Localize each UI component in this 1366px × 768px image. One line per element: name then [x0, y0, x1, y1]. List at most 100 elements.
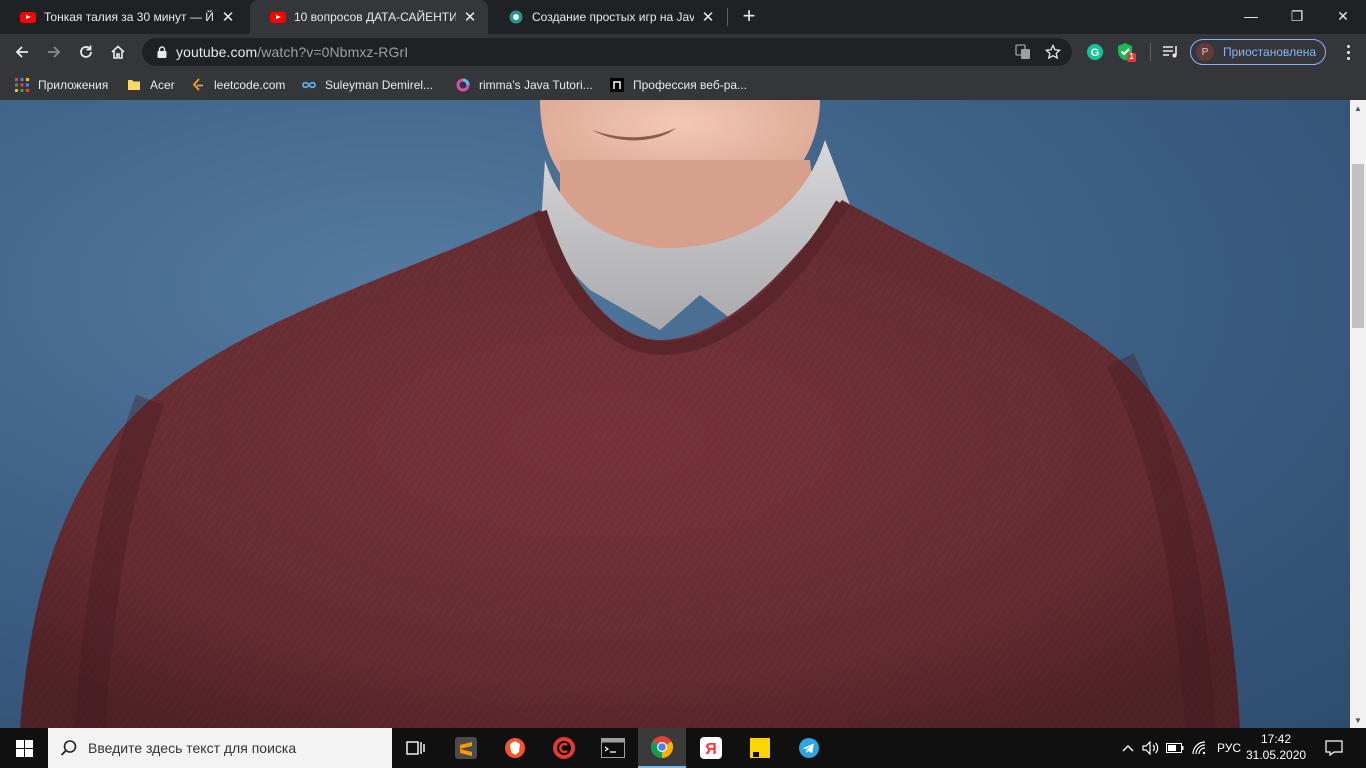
terminal-icon: [601, 738, 625, 758]
forward-button[interactable]: [40, 38, 68, 66]
tab-title: Тонкая талия за 30 минут — Йо: [44, 10, 214, 24]
reload-button[interactable]: [72, 38, 100, 66]
bookmark-label: Профессия веб-ра...: [633, 78, 748, 92]
wifi-icon: [1192, 741, 1206, 755]
tab-2[interactable]: 10 вопросов ДАТА-САЙЕНТИСТ ✕: [250, 0, 488, 34]
more-menu-icon[interactable]: [1336, 38, 1360, 66]
telegram-app[interactable]: [785, 728, 833, 768]
profile-button[interactable]: P Приостановлена: [1190, 39, 1326, 65]
extension-badge: 1: [1129, 52, 1134, 61]
tab-title: 10 вопросов ДАТА-САЙЕНТИСТ: [294, 10, 456, 24]
bookmark-suleyman[interactable]: Suleyman Demirel...: [301, 75, 433, 95]
language-indicator[interactable]: РУС: [1212, 728, 1246, 768]
url-path: /watch?v=0Nbmxz-RGrI: [257, 44, 409, 60]
tab-3[interactable]: Создание простых игр на Java – ✕: [488, 0, 726, 34]
profile-status-label: Приостановлена: [1223, 45, 1317, 59]
start-button[interactable]: [0, 728, 48, 768]
back-button[interactable]: [8, 38, 36, 66]
apps-grid-icon: [14, 77, 30, 93]
chrome-icon: [651, 736, 673, 758]
brave-browser-app[interactable]: [491, 728, 539, 768]
bookmarks-bar: Приложения Acer leetcode.com Suleyman De…: [0, 70, 1366, 100]
sticky-notes-app[interactable]: [736, 728, 784, 768]
clock-time: 17:42: [1260, 732, 1292, 746]
ccleaner-app[interactable]: [540, 728, 588, 768]
chrome-app[interactable]: [638, 728, 686, 768]
home-icon: [111, 45, 125, 59]
tab-1[interactable]: Тонкая талия за 30 минут — Йо ✕: [0, 0, 246, 34]
brand-logo-icon: [609, 77, 625, 93]
action-center-button[interactable]: [1314, 728, 1354, 768]
sticky-notes-icon: [750, 738, 770, 758]
shield-check-extension-icon[interactable]: 1: [1116, 42, 1136, 62]
close-tab-icon[interactable]: ✕: [220, 8, 236, 26]
site-favicon-icon: [508, 9, 524, 25]
bookmark-label: Suleyman Demirel...: [325, 78, 434, 92]
browser-toolbar: youtube.com/watch?v=0Nbmxz-RGrI G 1 P Пр…: [0, 34, 1366, 70]
bookmark-rimma[interactable]: rimma's Java Tutori...: [455, 75, 593, 95]
bookmark-apps[interactable]: Приложения: [14, 75, 108, 95]
tab-strip: Тонкая талия за 30 минут — Йо ✕ 10 вопро…: [0, 0, 1366, 34]
yandex-icon: Я: [700, 737, 722, 759]
address-bar[interactable]: youtube.com/watch?v=0Nbmxz-RGrI: [142, 38, 1072, 66]
taskbar-clock[interactable]: 17:42 31.05.2020: [1246, 731, 1306, 763]
telegram-icon: [799, 738, 819, 758]
terminal-app[interactable]: [589, 728, 637, 768]
chevron-up-icon: [1122, 745, 1134, 752]
minimize-button[interactable]: —: [1228, 0, 1274, 32]
wifi-tray[interactable]: [1188, 728, 1210, 768]
show-hidden-icons[interactable]: [1118, 728, 1138, 768]
leetcode-icon: [190, 77, 206, 93]
avatar: P: [1196, 43, 1214, 61]
bookmark-label: rimma's Java Tutori...: [479, 78, 593, 92]
youtube-icon: [270, 9, 286, 25]
folder-icon: [126, 77, 142, 93]
bookmark-acer[interactable]: Acer: [126, 75, 175, 95]
search-icon: [60, 740, 77, 756]
svg-text:Я: Я: [705, 741, 717, 758]
video-image: [20, 100, 1240, 728]
arrow-left-icon: [15, 46, 28, 58]
windows-taskbar: Введите здесь текст для поиска Я РУС 17:…: [0, 728, 1366, 768]
home-button[interactable]: [104, 38, 132, 66]
infinity-icon: [301, 77, 317, 93]
search-placeholder: Введите здесь текст для поиска: [88, 740, 297, 756]
taskbar-search-box[interactable]: Введите здесь текст для поиска: [48, 728, 392, 768]
clock-date: 31.05.2020: [1246, 748, 1307, 762]
bookmark-label: Приложения: [38, 78, 109, 92]
maximize-button[interactable]: ❐: [1274, 0, 1320, 32]
video-frame[interactable]: [0, 100, 1350, 728]
tab-title: Создание простых игр на Java –: [532, 10, 694, 24]
windows-logo-icon: [15, 739, 33, 757]
ring-icon: [455, 77, 471, 93]
close-tab-icon[interactable]: ✕: [462, 8, 478, 26]
arrow-right-icon: [48, 46, 61, 58]
speaker-icon: [1142, 741, 1159, 755]
yandex-browser-app[interactable]: Я: [687, 728, 735, 768]
bookmark-label: Acer: [150, 78, 175, 92]
lock-icon[interactable]: [152, 46, 172, 58]
url-host: youtube.com: [176, 44, 258, 60]
brave-icon: [505, 738, 525, 758]
battery-tray[interactable]: [1164, 728, 1186, 768]
close-window-button[interactable]: ✕: [1320, 0, 1366, 32]
svg-text:G: G: [1091, 47, 1100, 59]
grammarly-icon[interactable]: G: [1085, 42, 1105, 62]
scrollbar-thumb[interactable]: [1352, 164, 1364, 328]
scroll-up-arrow-icon[interactable]: ▲: [1350, 100, 1366, 116]
youtube-icon: [20, 9, 36, 25]
translate-icon[interactable]: [1014, 43, 1032, 61]
bookmark-star-icon[interactable]: [1044, 43, 1062, 61]
tab-separator: [727, 8, 728, 26]
bookmark-webdev[interactable]: Профессия веб-ра...: [609, 75, 747, 95]
battery-icon: [1166, 743, 1184, 753]
close-tab-icon[interactable]: ✕: [700, 8, 716, 26]
new-tab-button[interactable]: +: [737, 5, 761, 29]
page-scrollbar[interactable]: ▲ ▼: [1350, 100, 1366, 728]
task-view-button[interactable]: [392, 728, 440, 768]
scroll-down-arrow-icon[interactable]: ▼: [1350, 712, 1366, 728]
sublime-text-app[interactable]: [442, 728, 490, 768]
bookmark-leetcode[interactable]: leetcode.com: [190, 75, 285, 95]
volume-tray[interactable]: [1140, 728, 1162, 768]
media-queue-icon[interactable]: [1161, 42, 1181, 62]
